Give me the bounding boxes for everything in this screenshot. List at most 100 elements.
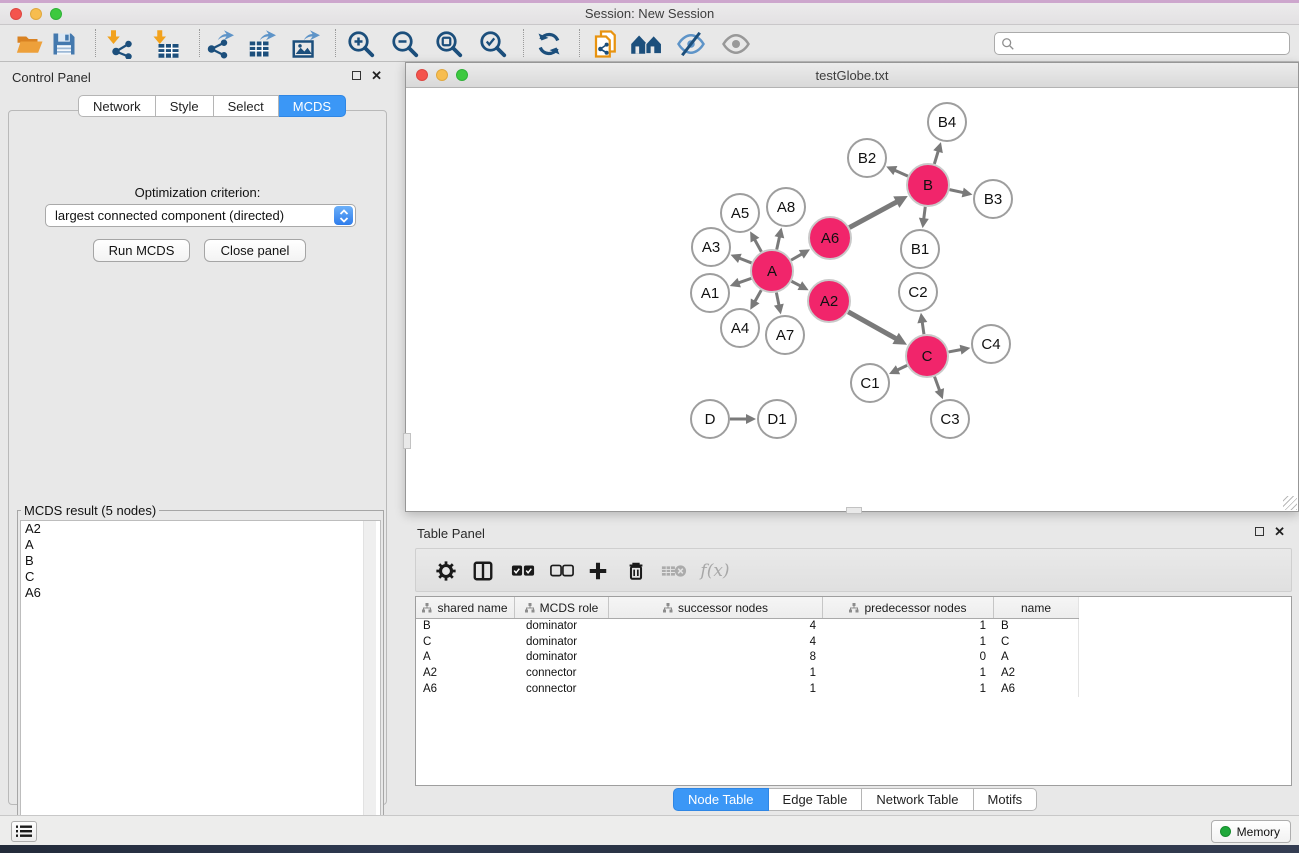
graph-node-label-A6: A6 [821,230,839,247]
float-panel-icon[interactable] [352,71,361,80]
table-settings-button[interactable] [431,556,461,586]
graph-edge-C-C3[interactable] [935,377,940,391]
graph-edge-B-B2[interactable] [894,170,907,176]
list-item[interactable]: B [21,553,380,569]
list-item[interactable]: A [21,537,380,553]
deselect-all-button[interactable] [547,556,577,586]
graph-edge-A-A3[interactable] [739,258,752,263]
task-history-button[interactable] [11,821,37,842]
resize-grip[interactable] [1283,496,1297,510]
graph-edge-A-A1[interactable] [738,278,751,283]
table-row[interactable]: C dominator 4 1 C [416,635,1079,651]
create-column-button[interactable] [583,556,613,586]
hide-unhide-button[interactable] [674,27,708,61]
splitter-handle[interactable] [403,433,411,449]
save-session-button[interactable] [47,27,81,61]
toolbar-separator [335,29,336,57]
zoom-out-button[interactable] [388,27,422,61]
table-panel-header: Table Panel [405,518,1299,548]
table-toolbar: f(x) [415,548,1292,592]
select-all-button[interactable] [508,556,538,586]
toolbar-separator [523,29,524,57]
graph-edge-arrowhead [774,304,784,315]
tab-motifs[interactable]: Motifs [974,788,1038,811]
graph-edge-arrowhead [774,228,784,239]
table-row[interactable]: A6 connector 1 1 A6 [416,682,1079,698]
zoom-fit-button[interactable] [432,27,466,61]
export-table-button[interactable] [244,27,278,61]
graph-edge-A6-B[interactable] [849,202,897,228]
show-column-button[interactable] [468,556,498,586]
home-layout-button[interactable] [630,27,664,61]
graph-edge-A2-C[interactable] [848,312,896,339]
node-table: shared name MCDS role successor nodes pr… [415,596,1292,786]
open-session-button[interactable] [13,27,47,61]
export-image-button[interactable] [288,27,322,61]
import-table-button[interactable] [149,27,183,61]
network-canvas[interactable]: AA1A2A3A4A5A6A7A8BB1B2B3B4CC1C2C3C4DD1 [406,88,1298,511]
function-builder-button-disabled: f(x) [694,556,736,586]
tab-edge-table[interactable]: Edge Table [769,788,863,811]
graph-edge-A-A6[interactable] [791,254,802,260]
table-row[interactable]: A2 connector 1 1 A2 [416,666,1079,682]
column-header-shared-name[interactable]: shared name [416,597,515,618]
export-image-icon [290,29,320,59]
memory-button[interactable]: Memory [1211,820,1291,843]
graph-edge-A-A8[interactable] [777,236,780,249]
close-panel-icon[interactable]: ✕ [1274,527,1285,536]
graph-edge-A-A4[interactable] [755,290,762,302]
splitter-handle[interactable] [846,507,862,514]
tab-node-table[interactable]: Node Table [673,788,769,811]
network-graph[interactable]: AA1A2A3A4A5A6A7A8BB1B2B3B4CC1C2C3C4DD1 [406,88,1298,511]
clone-network-button[interactable] [589,27,623,61]
optimization-criterion-dropdown[interactable]: largest connected component (directed) [45,204,356,227]
show-all-button[interactable] [719,27,753,61]
gear-icon [435,560,457,582]
column-header-successor-nodes[interactable]: successor nodes [609,597,823,618]
import-network-button[interactable] [104,27,138,61]
mcds-result-title: MCDS result (5 nodes) [21,503,159,518]
graph-edge-B-B1[interactable] [924,207,926,219]
delete-column-button[interactable] [621,556,651,586]
search-field[interactable] [994,32,1290,55]
zoom-in-button[interactable] [344,27,378,61]
export-network-icon [204,29,234,59]
graph-edge-arrowhead [962,188,973,198]
graph-edge-B-B4[interactable] [934,151,938,164]
open-folder-icon [15,29,45,59]
float-panel-icon[interactable] [1255,527,1264,536]
tab-mcds[interactable]: MCDS [279,95,346,117]
export-network-button[interactable] [202,27,236,61]
list-item[interactable]: C [21,569,380,585]
graph-edge-C-C1[interactable] [897,365,907,370]
zoom-out-icon [390,29,420,59]
list-item[interactable]: A2 [21,521,380,537]
tab-network[interactable]: Network [78,95,156,117]
search-input[interactable] [1015,33,1289,54]
table-panel-title: Table Panel [417,526,485,541]
tab-network-table[interactable]: Network Table [862,788,973,811]
graph-edge-B-B3[interactable] [950,190,964,193]
run-mcds-button[interactable]: Run MCDS [93,239,190,262]
column-header-predecessor-nodes[interactable]: predecessor nodes [823,597,994,618]
close-panel-button[interactable]: Close panel [204,239,306,262]
graph-edge-A-A7[interactable] [776,293,779,306]
network-window-titlebar[interactable]: testGlobe.txt [406,63,1298,88]
graph-edge-C-C2[interactable] [922,322,924,335]
refresh-button[interactable] [532,27,566,61]
mcds-tab-content: Optimization criterion: largest connecte… [8,110,387,805]
tab-select[interactable]: Select [214,95,279,117]
mcds-result-list[interactable]: A2 A B C A6 [20,520,381,845]
graph-edge-A-A2[interactable] [791,281,800,286]
list-item[interactable]: A6 [21,585,380,601]
table-row[interactable]: A dominator 8 0 A [416,650,1079,666]
graph-edge-C-C4[interactable] [949,350,962,352]
table-row[interactable]: B dominator 4 1 B [416,619,1079,635]
tab-style[interactable]: Style [156,95,214,117]
graph-edge-A-A5[interactable] [754,239,761,251]
close-panel-icon[interactable]: ✕ [371,71,382,80]
list-scrollbar[interactable] [363,521,376,844]
column-header-name[interactable]: name [994,597,1079,618]
column-header-mcds-role[interactable]: MCDS role [515,597,609,618]
zoom-selected-button[interactable] [476,27,510,61]
